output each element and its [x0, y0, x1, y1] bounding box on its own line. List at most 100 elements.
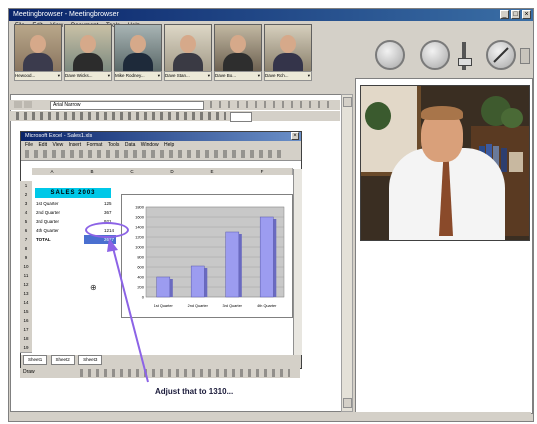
minimize-button[interactable]: _ — [500, 10, 509, 19]
excel-menu-view[interactable]: View — [52, 142, 63, 148]
participant-label-1[interactable]: Hewood... ▾ — [14, 71, 62, 81]
annotation-text: Adjust that to 1310... — [155, 387, 234, 396]
excel-menu-window[interactable]: Window — [141, 142, 159, 148]
scroll-down-button[interactable] — [343, 398, 352, 408]
bar — [225, 231, 240, 298]
cell-label[interactable]: 1st Quarter — [36, 199, 59, 208]
bar-chart-svg: 0 200 400 600 800 1000 1200 1400 1600 1800 1st Qua… — [135, 205, 285, 308]
bar — [190, 265, 205, 298]
new-doc-icon[interactable] — [14, 101, 22, 108]
bar-side — [204, 268, 208, 297]
formatting-toolbar: Arial Narrow — [10, 100, 340, 110]
format-buttons[interactable] — [210, 101, 330, 108]
column-header-c[interactable]: C — [112, 168, 153, 175]
excel-menu-data[interactable]: Data — [125, 142, 136, 148]
bar-side — [169, 279, 173, 297]
y-tick-label: 400 — [137, 275, 144, 280]
drawing-tools[interactable] — [16, 112, 226, 120]
y-tick-label: 0 — [142, 295, 145, 300]
excel-toolbar — [21, 149, 301, 159]
x-tick-label: 3rd Quarter — [223, 304, 243, 308]
chevron-down-icon: ▾ — [257, 73, 260, 78]
cell-value[interactable]: 367 — [104, 208, 112, 217]
y-tick-label: 1600 — [135, 215, 145, 220]
sheet-tabs: Sheet1 Sheet2 Sheet3 — [21, 355, 301, 365]
document-vscrollbar[interactable] — [341, 94, 353, 412]
sheet-tab-1[interactable]: Sheet1 — [23, 355, 48, 365]
sheet-tab-2[interactable]: Sheet2 — [50, 355, 75, 365]
pen-tool-icon[interactable] — [486, 40, 516, 70]
y-tick-label: 200 — [137, 285, 144, 290]
y-tick-label: 1400 — [135, 225, 145, 230]
column-header-d[interactable]: D — [152, 168, 193, 175]
excel-menu-file[interactable]: File — [25, 142, 33, 148]
status-bar — [10, 412, 531, 420]
column-header-f[interactable]: F — [232, 168, 293, 175]
excel-menu-insert[interactable]: Insert — [69, 142, 82, 148]
participant-label-3[interactable]: Mike Rodney... ▾ — [114, 71, 162, 81]
presenter-video[interactable] — [360, 85, 530, 241]
cell-value[interactable]: 125 — [104, 199, 112, 208]
column-header-a[interactable]: A — [32, 168, 73, 175]
chevron-down-icon: ▾ — [307, 73, 310, 78]
app-titlebar: Meetingbrowser - Meetingbrowser _ □ × — [9, 9, 533, 21]
excel-vscrollbar[interactable] — [293, 169, 302, 355]
bar — [259, 216, 274, 298]
line-width-select[interactable] — [230, 112, 252, 122]
x-tick-label: 1st Quarter — [154, 304, 174, 308]
y-tick-label: 1800 — [135, 205, 145, 210]
highlight-ellipse — [85, 222, 129, 238]
open-doc-icon[interactable] — [24, 101, 32, 108]
scroll-up-button[interactable] — [343, 97, 352, 107]
sales-banner-cell[interactable]: SALES 2003 — [35, 188, 111, 198]
y-tick-label: 600 — [137, 265, 144, 270]
participant-video-3[interactable] — [114, 24, 162, 72]
cursor-icon: ⊕ — [90, 283, 97, 292]
x-tick-label: 2nd Quarter — [188, 304, 209, 308]
column-header-b[interactable]: B — [72, 168, 113, 175]
participant-video-1[interactable] — [14, 24, 62, 72]
cell-label[interactable]: 2nd Quarter — [36, 208, 60, 217]
x-tick-label: 4th Quarter — [257, 304, 277, 308]
participant-video-2[interactable] — [64, 24, 112, 72]
participant-label-4[interactable]: Dave Stan... ▾ — [164, 71, 212, 81]
column-header-e[interactable]: E — [192, 168, 233, 175]
bar-side — [273, 219, 277, 297]
drawing-toolbar — [10, 111, 340, 122]
participant-label-5[interactable]: Dave Bo... ▾ — [214, 71, 262, 81]
excel-menubar: File Edit View Insert Format Tools Data … — [21, 141, 301, 149]
volume-gauge-icon[interactable] — [375, 40, 405, 70]
participant-video-6[interactable] — [264, 24, 312, 72]
participant-video-4[interactable] — [164, 24, 212, 72]
level-slider-handle[interactable] — [458, 58, 472, 66]
draw-menu[interactable]: Draw — [23, 369, 35, 375]
bar-side — [238, 234, 242, 297]
excel-menu-help[interactable]: Help — [164, 142, 174, 148]
excel-window: Microsoft Excel - Sales1.xls × File Edit… — [20, 131, 302, 369]
embedded-bar-chart[interactable]: 0 200 400 600 800 1000 1200 1400 1600 1800 1st Qua… — [121, 194, 293, 318]
participant-label-2[interactable]: Dave Wicks... ▾ — [64, 71, 112, 81]
cell-label[interactable]: 3rd Quarter — [36, 217, 59, 226]
y-tick-label: 1000 — [135, 245, 145, 250]
excel-titlebar: Microsoft Excel - Sales1.xls × — [21, 132, 301, 141]
draw-tools[interactable] — [80, 369, 290, 377]
font-name-select[interactable]: Arial Narrow — [50, 101, 204, 110]
close-button[interactable]: × — [522, 10, 531, 19]
participant-video-5[interactable] — [214, 24, 262, 72]
excel-toolbar-buttons[interactable] — [25, 150, 285, 158]
excel-close-button[interactable]: × — [291, 132, 299, 140]
excel-menu-format[interactable]: Format — [87, 142, 103, 148]
chevron-down-icon: ▾ — [57, 73, 60, 78]
excel-menu-edit[interactable]: Edit — [38, 142, 47, 148]
cell-total-label[interactable]: TOTAL — [36, 235, 51, 244]
maximize-button[interactable]: □ — [511, 10, 520, 19]
excel-title: Microsoft Excel - Sales1.xls — [25, 133, 93, 139]
participant-label-6[interactable]: Dave Rch... ▾ — [264, 71, 312, 81]
sheet-tab-3[interactable]: Sheet3 — [78, 355, 103, 365]
excel-menu-tools[interactable]: Tools — [108, 142, 120, 148]
y-tick-label: 800 — [137, 255, 144, 260]
mic-gauge-icon[interactable] — [420, 40, 450, 70]
side-button[interactable] — [520, 48, 530, 64]
row-header[interactable]: 19 — [20, 343, 32, 353]
cell-label[interactable]: 4th Quarter — [36, 226, 59, 235]
